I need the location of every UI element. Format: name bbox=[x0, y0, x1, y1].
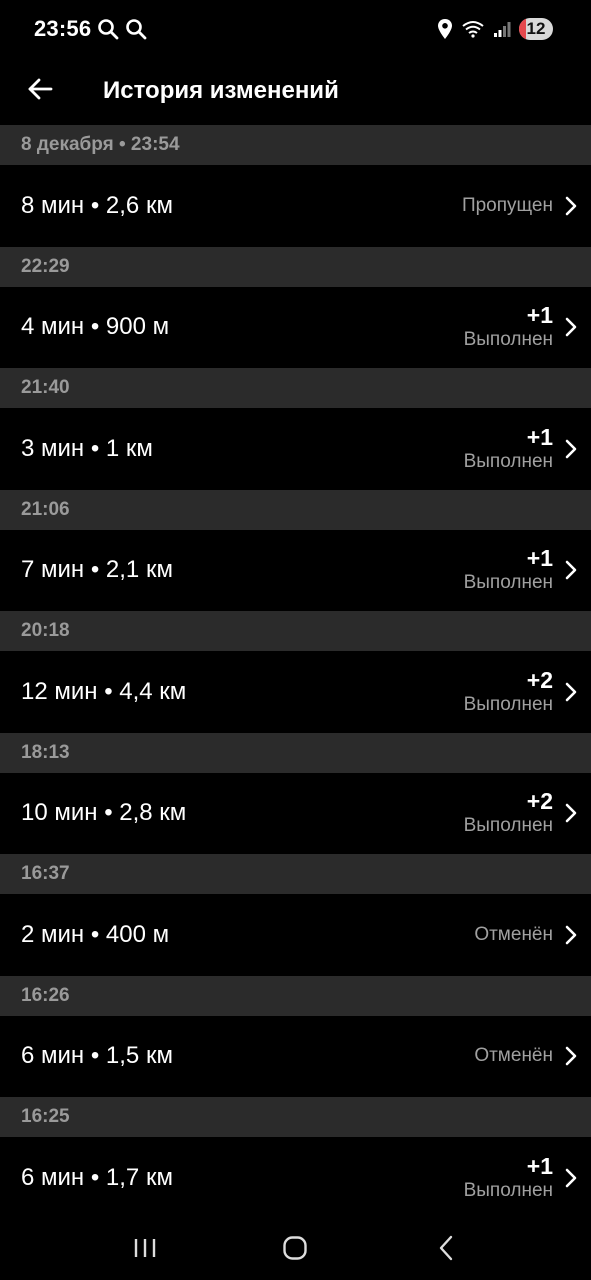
chevron-right-icon bbox=[565, 1168, 577, 1188]
row-state: Отменён bbox=[474, 1045, 553, 1067]
row-status: Отменён bbox=[474, 1044, 553, 1068]
row-summary: 2 мин • 400 м bbox=[21, 920, 170, 948]
app-bar: История изменений bbox=[0, 58, 591, 124]
status-time: 23:56 bbox=[34, 16, 92, 41]
home-icon bbox=[282, 1235, 308, 1261]
row-state: Выполнен bbox=[463, 693, 553, 715]
history-row[interactable]: 10 мин • 2,8 км +2 Выполнен bbox=[0, 772, 591, 854]
row-summary: 7 мин • 2,1 км bbox=[21, 556, 173, 584]
row-state: Выполнен bbox=[463, 572, 553, 594]
history-row[interactable]: 8 мин • 2,6 км Пропущен bbox=[0, 165, 591, 247]
row-points: +1 bbox=[526, 423, 553, 450]
history-row[interactable]: 6 мин • 1,5 км Отменён bbox=[0, 1015, 591, 1097]
wifi-icon bbox=[461, 19, 485, 39]
chevron-right-icon bbox=[565, 560, 577, 580]
page-title: История изменений bbox=[103, 77, 339, 104]
recent-apps-icon bbox=[132, 1236, 158, 1260]
search-icon bbox=[97, 18, 119, 40]
row-status: +1 Выполнен bbox=[464, 545, 553, 595]
row-right: +2 Выполнен bbox=[464, 667, 577, 717]
row-state: Выполнен bbox=[463, 815, 553, 837]
row-summary: 4 мин • 900 м bbox=[21, 313, 170, 341]
row-points: +1 bbox=[526, 1152, 553, 1179]
arrow-left-icon bbox=[27, 78, 53, 105]
history-row[interactable]: 4 мин • 900 м +1 Выполнен bbox=[0, 286, 591, 368]
chevron-right-icon bbox=[565, 803, 577, 823]
row-summary: 6 мин • 1,5 км bbox=[21, 1042, 173, 1070]
row-status: +1 Выполнен bbox=[464, 302, 553, 352]
row-summary: 6 мин • 1,7 км bbox=[21, 1163, 173, 1191]
section-header: 20:18 bbox=[0, 611, 591, 651]
row-right: +2 Выполнен bbox=[464, 788, 577, 838]
nav-back-button[interactable] bbox=[411, 1220, 481, 1275]
battery-badge: 12 bbox=[519, 18, 553, 40]
row-state: Пропущен bbox=[461, 194, 553, 216]
section-header: 21:40 bbox=[0, 368, 591, 408]
row-summary: 8 мин • 2,6 км bbox=[21, 191, 173, 219]
navigation-bar bbox=[0, 1215, 591, 1280]
history-row[interactable]: 12 мин • 4,4 км +2 Выполнен bbox=[0, 651, 591, 733]
location-icon bbox=[437, 18, 453, 40]
row-status: +2 Выполнен bbox=[464, 667, 553, 717]
status-right: 12 bbox=[437, 18, 553, 40]
battery-level: 12 bbox=[526, 19, 546, 38]
row-right: Пропущен bbox=[462, 194, 577, 218]
history-row[interactable]: 7 мин • 2,1 км +1 Выполнен bbox=[0, 529, 591, 611]
chevron-right-icon bbox=[565, 196, 577, 216]
row-status: +1 Выполнен bbox=[464, 424, 553, 474]
chevron-right-icon bbox=[565, 439, 577, 459]
history-row[interactable]: 6 мин • 1,7 км +1 Выполнен bbox=[0, 1137, 591, 1219]
chevron-left-icon bbox=[437, 1235, 455, 1261]
chevron-right-icon bbox=[565, 1046, 577, 1066]
chevron-right-icon bbox=[565, 925, 577, 945]
section-header: 16:26 bbox=[0, 975, 591, 1016]
history-list: 8 декабря • 23:54 8 мин • 2,6 км Пропуще… bbox=[0, 125, 591, 1219]
chevron-right-icon bbox=[565, 682, 577, 702]
back-button[interactable] bbox=[10, 61, 70, 121]
row-right: Отменён bbox=[474, 1044, 577, 1068]
row-summary: 12 мин • 4,4 км bbox=[21, 677, 187, 705]
row-status: Отменён bbox=[474, 923, 553, 947]
section-header: 22:29 bbox=[0, 246, 591, 287]
row-points: +1 bbox=[526, 545, 553, 572]
search-icon bbox=[125, 18, 147, 40]
row-state: Выполнен bbox=[463, 450, 553, 472]
history-row[interactable]: 2 мин • 400 м Отменён bbox=[0, 894, 591, 976]
row-right: +1 Выполнен bbox=[464, 302, 577, 352]
section-header: 8 декабря • 23:54 bbox=[0, 125, 591, 165]
row-summary: 3 мин • 1 км bbox=[21, 434, 153, 462]
row-state: Выполнен bbox=[463, 329, 553, 351]
section-header: 16:25 bbox=[0, 1097, 591, 1137]
section-header: 18:13 bbox=[0, 732, 591, 773]
status-bar: 23:56 12 bbox=[0, 0, 591, 58]
recent-apps-button[interactable] bbox=[110, 1220, 180, 1275]
chevron-right-icon bbox=[565, 317, 577, 337]
row-points: +1 bbox=[526, 302, 553, 329]
section-header: 21:06 bbox=[0, 489, 591, 530]
row-right: +1 Выполнен bbox=[464, 545, 577, 595]
row-right: +1 Выполнен bbox=[464, 1153, 577, 1203]
section-header: 16:37 bbox=[0, 854, 591, 894]
row-status: Пропущен bbox=[462, 194, 553, 218]
row-state: Отменён bbox=[474, 923, 553, 945]
row-status: +2 Выполнен bbox=[464, 788, 553, 838]
home-button[interactable] bbox=[260, 1220, 330, 1275]
row-status: +1 Выполнен bbox=[464, 1153, 553, 1203]
row-right: Отменён bbox=[474, 923, 577, 947]
row-state: Выполнен bbox=[463, 1179, 553, 1201]
row-right: +1 Выполнен bbox=[464, 424, 577, 474]
signal-icon bbox=[493, 20, 511, 38]
status-left: 23:56 bbox=[34, 16, 147, 42]
history-row[interactable]: 3 мин • 1 км +1 Выполнен bbox=[0, 408, 591, 490]
row-summary: 10 мин • 2,8 км bbox=[21, 799, 187, 827]
row-points: +2 bbox=[526, 788, 553, 815]
row-points: +2 bbox=[526, 666, 553, 693]
